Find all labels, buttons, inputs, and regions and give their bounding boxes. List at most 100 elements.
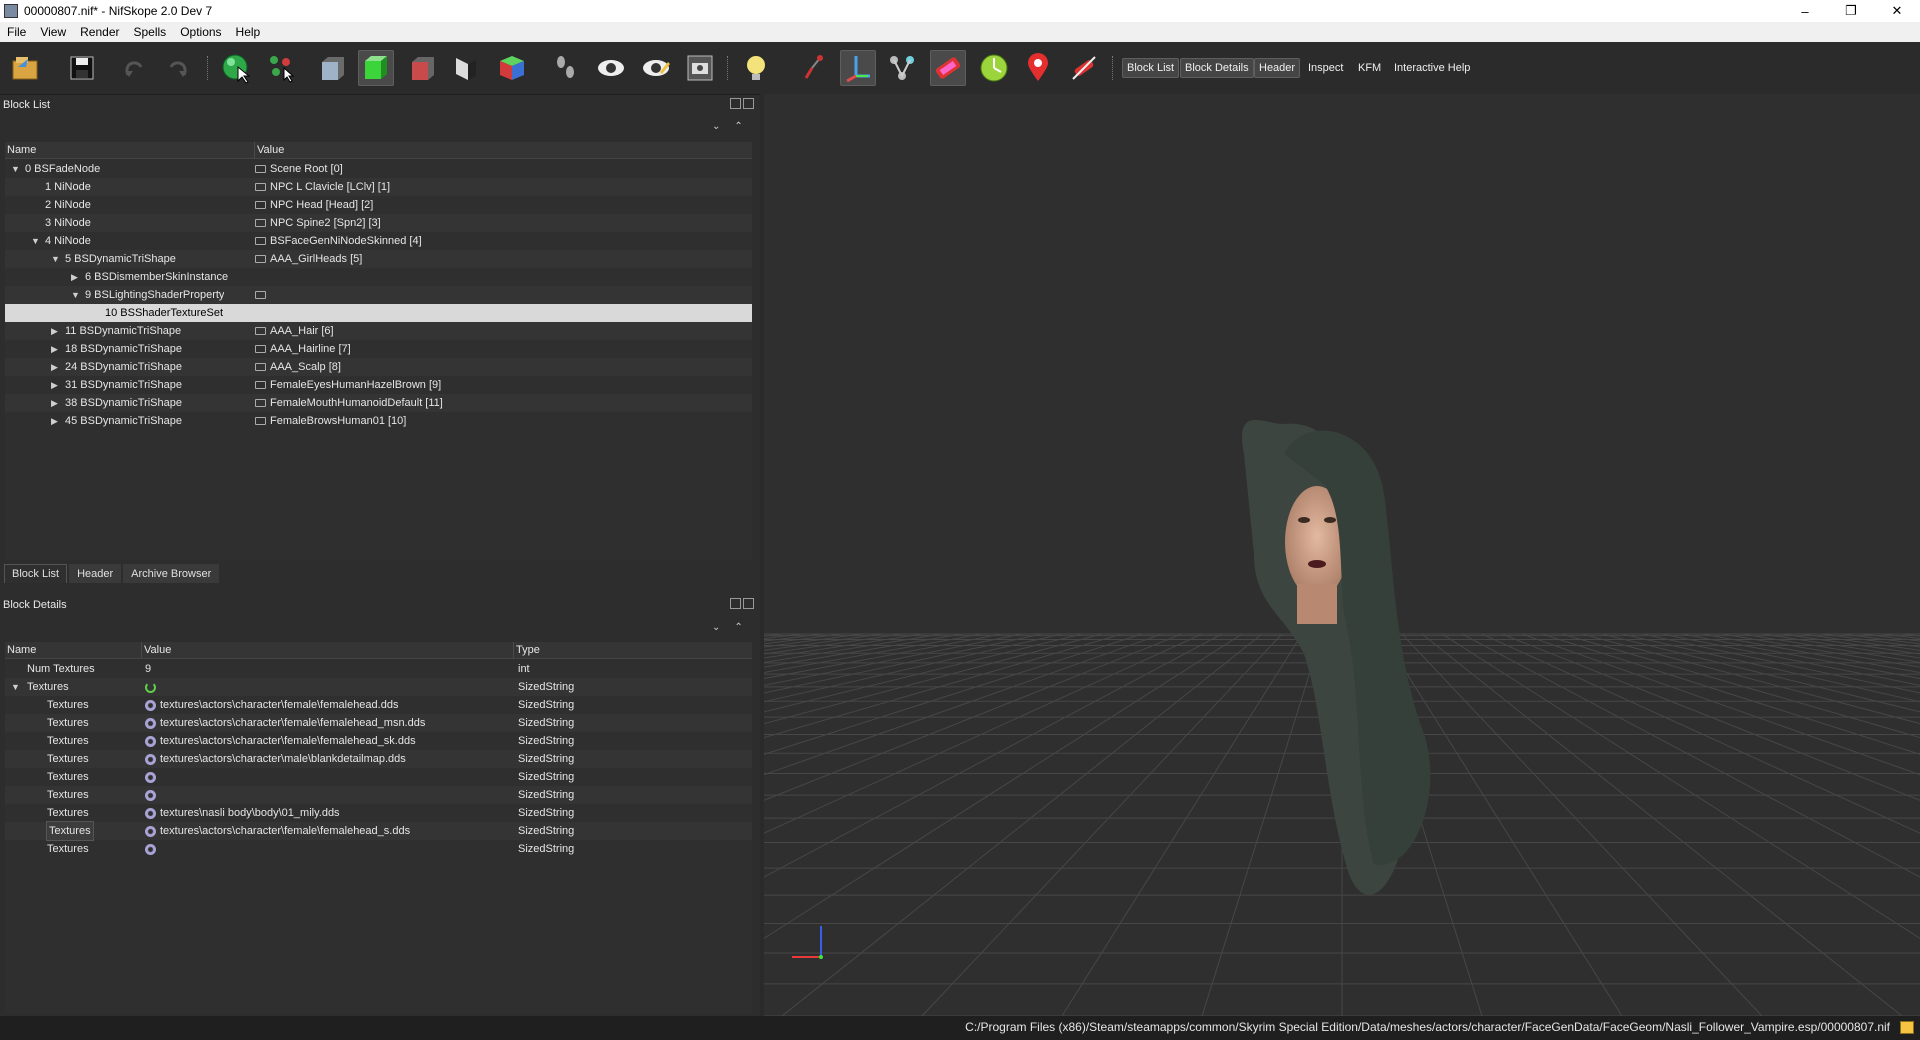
- collapse-arrow-icon[interactable]: ▼: [11, 678, 20, 696]
- menu-spells[interactable]: Spells: [127, 25, 174, 39]
- restore-button[interactable]: ❐: [1828, 0, 1874, 22]
- menu-help[interactable]: Help: [229, 25, 268, 39]
- collapse-arrow-icon[interactable]: ▼: [11, 160, 20, 178]
- menu-options[interactable]: Options: [173, 25, 228, 39]
- expand-arrow-icon[interactable]: ▶: [51, 358, 58, 376]
- column-name[interactable]: Name: [5, 142, 255, 158]
- detail-value-cell[interactable]: textures\actors\character\female\femaleh…: [145, 714, 425, 732]
- menu-render[interactable]: Render: [73, 25, 126, 39]
- expand-arrow-icon[interactable]: ▶: [51, 376, 58, 394]
- show-constraints-icon[interactable]: [930, 50, 966, 86]
- expand-arrow-icon[interactable]: ▶: [51, 412, 58, 430]
- show-nodes-icon[interactable]: [638, 50, 674, 86]
- refresh-icon[interactable]: [145, 681, 156, 693]
- collapse-arrow-icon[interactable]: ▼: [71, 286, 80, 304]
- view-side-icon[interactable]: [404, 50, 440, 86]
- block-row[interactable]: ▶ 18 BSDynamicTriShape AAA_Hairline [7]: [5, 340, 752, 358]
- close-button[interactable]: ✕: [1874, 0, 1920, 22]
- screenshot-icon[interactable]: [682, 50, 718, 86]
- block-row[interactable]: ▼ 0 BSFadeNode Scene Root [0]: [5, 160, 752, 178]
- redo-icon[interactable]: [160, 50, 196, 86]
- detail-row[interactable]: Textures textures\actors\character\male\b…: [5, 750, 752, 768]
- column-value[interactable]: Value: [142, 642, 514, 658]
- detail-value-cell[interactable]: textures\actors\character\male\blankdeta…: [145, 750, 406, 768]
- block-list-expand-controls[interactable]: ⌄⌃: [712, 121, 757, 132]
- float-icon[interactable]: [730, 598, 741, 609]
- select-object-icon[interactable]: [218, 50, 254, 86]
- collapse-arrow-icon[interactable]: ▼: [31, 232, 40, 250]
- block-row[interactable]: ▶ 11 BSDynamicTriShape AAA_Hair [6]: [5, 322, 752, 340]
- detail-row[interactable]: Textures textures\actors\character\female…: [5, 696, 752, 714]
- toolbar-kfm-button[interactable]: KFM: [1354, 58, 1385, 78]
- detail-row[interactable]: Textures SizedString: [5, 840, 752, 858]
- toolbar-inspect-button[interactable]: Inspect: [1304, 58, 1347, 78]
- detail-row[interactable]: Textures SizedString: [5, 786, 752, 804]
- block-list-tree[interactable]: Name Value ▼ 0 BSFadeNode Scene Root [0] 1 …: [5, 142, 752, 560]
- block-row[interactable]: ▶ 24 BSDynamicTriShape AAA_Scalp [8]: [5, 358, 752, 376]
- column-value[interactable]: Value: [255, 142, 752, 158]
- menu-view[interactable]: View: [33, 25, 73, 39]
- show-skeleton-icon[interactable]: [884, 50, 920, 86]
- folder-icon[interactable]: [1900, 1021, 1914, 1034]
- toolbar-block-details-button[interactable]: Block Details: [1180, 58, 1254, 78]
- detail-row[interactable]: ▼ Textures SizedString: [5, 678, 752, 696]
- detail-row[interactable]: Textures textures\nasli body\body\01_mily…: [5, 804, 752, 822]
- menu-file[interactable]: File: [0, 25, 33, 39]
- float-icon[interactable]: [730, 98, 741, 109]
- toolbar-interactive-help-button[interactable]: Interactive Help: [1390, 58, 1474, 78]
- block-row[interactable]: 2 NiNode NPC Head [Head] [2]: [5, 196, 752, 214]
- block-row[interactable]: ▼ 5 BSDynamicTriShape AAA_GirlHeads [5]: [5, 250, 752, 268]
- view-top-icon[interactable]: [358, 50, 394, 86]
- show-axes-icon[interactable]: [840, 50, 876, 86]
- show-hidden-off-icon[interactable]: [1066, 50, 1102, 86]
- tab-header[interactable]: Header: [69, 564, 122, 583]
- block-row[interactable]: 3 NiNode NPC Spine2 [Spn2] [3]: [5, 214, 752, 232]
- expand-arrow-icon[interactable]: ▶: [51, 322, 58, 340]
- detail-value-cell[interactable]: [145, 768, 160, 786]
- toolbar-header-button[interactable]: Header: [1254, 58, 1301, 78]
- detail-row[interactable]: Textures textures\actors\character\female…: [5, 732, 752, 750]
- detail-row[interactable]: Num Textures 9 int: [5, 660, 752, 678]
- tab-archive-browser[interactable]: Archive Browser: [123, 564, 220, 583]
- save-icon[interactable]: [64, 50, 100, 86]
- show-markers-icon[interactable]: [976, 50, 1012, 86]
- block-details-expand-controls[interactable]: ⌄⌃: [712, 622, 757, 633]
- tab-block-list[interactable]: Block List: [4, 564, 68, 583]
- view-front-icon[interactable]: [314, 50, 350, 86]
- detail-value-cell[interactable]: [145, 678, 156, 696]
- block-row[interactable]: 10 BSShaderTextureSet: [5, 304, 752, 322]
- detail-row[interactable]: Textures SizedString: [5, 768, 752, 786]
- detail-value-cell[interactable]: textures\actors\character\female\femaleh…: [145, 822, 410, 840]
- block-row[interactable]: ▼ 9 BSLightingShaderProperty: [5, 286, 752, 304]
- block-row[interactable]: ▶ 31 BSDynamicTriShape FemaleEyesHumanHaze…: [5, 376, 752, 394]
- close-panel-icon[interactable]: [743, 98, 754, 109]
- block-details-tree[interactable]: Name Value Type Num Textures 9 int ▼ Texture…: [5, 642, 752, 1014]
- detail-value-cell[interactable]: 9: [145, 660, 151, 678]
- block-row[interactable]: 1 NiNode NPC L Clavicle [LClv] [1]: [5, 178, 752, 196]
- block-row[interactable]: ▶ 38 BSDynamicTriShape FemaleMouthHumanoid…: [5, 394, 752, 412]
- column-name[interactable]: Name: [5, 642, 142, 658]
- detail-value-cell[interactable]: textures\nasli body\body\01_mily.dds: [145, 804, 340, 822]
- column-type[interactable]: Type: [514, 642, 752, 658]
- expand-arrow-icon[interactable]: ▶: [51, 394, 58, 412]
- close-panel-icon[interactable]: [743, 598, 754, 609]
- undo-icon[interactable]: [116, 50, 152, 86]
- toolbar-block-list-button[interactable]: Block List: [1122, 58, 1180, 78]
- expand-arrow-icon[interactable]: ▶: [71, 268, 78, 286]
- map-marker-icon[interactable]: [1020, 50, 1056, 86]
- expand-arrow-icon[interactable]: ▶: [51, 340, 58, 358]
- minimize-button[interactable]: –: [1782, 0, 1828, 22]
- render-viewport[interactable]: [764, 94, 1920, 1016]
- block-row[interactable]: ▶ 45 BSDynamicTriShape FemaleBrowsHuman01 …: [5, 412, 752, 430]
- detail-value-cell[interactable]: textures\actors\character\female\femaleh…: [145, 696, 398, 714]
- block-row[interactable]: ▶ 6 BSDismemberSkinInstance: [5, 268, 752, 286]
- detail-row[interactable]: Textures textures\actors\character\female…: [5, 821, 752, 841]
- view-perspective-icon[interactable]: [494, 50, 530, 86]
- block-row[interactable]: ▼ 4 NiNode BSFaceGenNiNodeSkinned [4]: [5, 232, 752, 250]
- walk-icon[interactable]: [548, 50, 584, 86]
- select-vertex-icon[interactable]: [264, 50, 300, 86]
- detail-value-cell[interactable]: textures\actors\character\female\femaleh…: [145, 732, 416, 750]
- show-hidden-icon[interactable]: [593, 50, 629, 86]
- lighting-icon[interactable]: [738, 50, 774, 86]
- collapse-arrow-icon[interactable]: ▼: [51, 250, 60, 268]
